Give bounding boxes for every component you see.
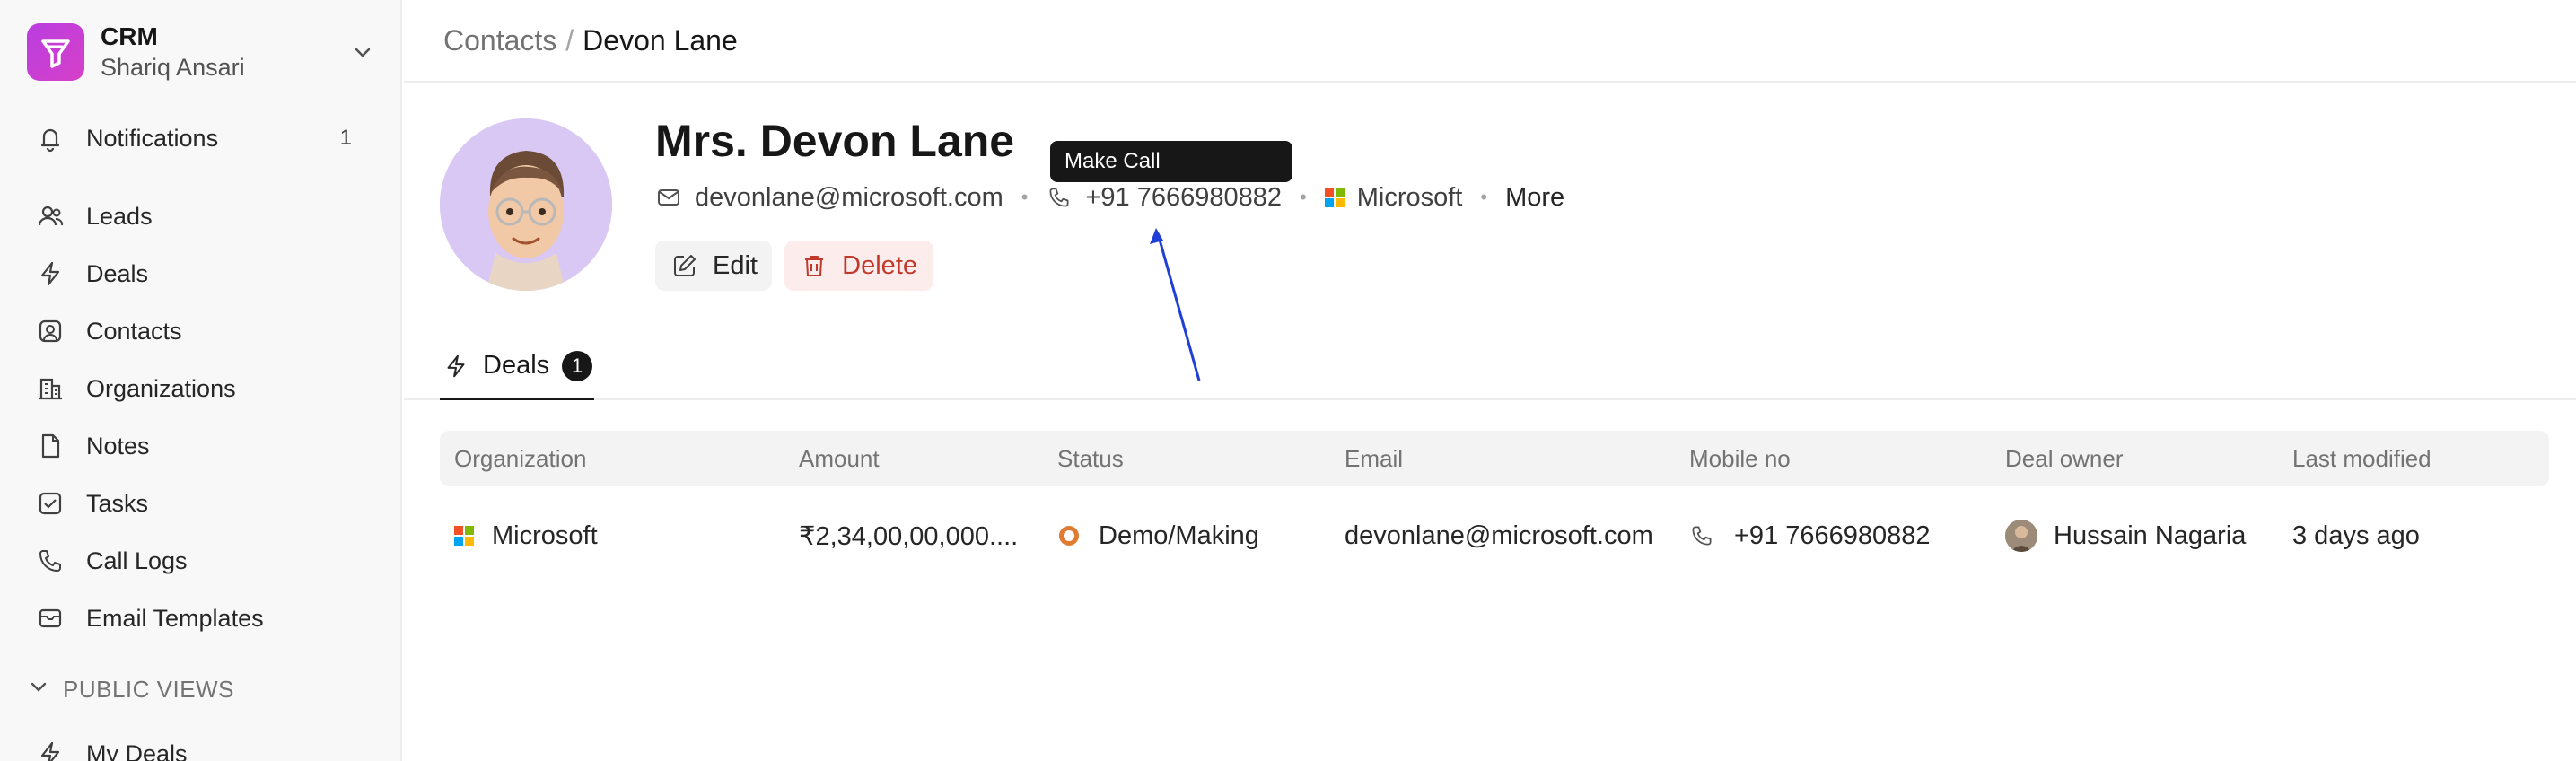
column-header-mobile[interactable]: Mobile no: [1689, 431, 1791, 486]
contact-meta: devonlane@microsoft.com • +91 7666980882…: [655, 178, 1564, 217]
tab-count-badge: 1: [562, 350, 593, 381]
sidebar-item-label: Tasks: [86, 489, 149, 517]
sidebar-item-label: Email Templates: [86, 604, 264, 632]
app-name: CRM: [101, 22, 158, 50]
sidebar-item-email-templates[interactable]: Email Templates: [27, 593, 377, 643]
cell-deal-owner: Hussain Nagaria: [2005, 507, 2246, 564]
lightning-icon: [442, 352, 470, 380]
sidebar-item-deals[interactable]: Deals: [27, 249, 377, 299]
tab-bar: Deals 1: [404, 334, 2576, 400]
contact-organization[interactable]: Microsoft: [1324, 182, 1463, 213]
mail-icon: [34, 602, 66, 634]
cell-email: devonlane@microsoft.com: [1345, 520, 1653, 550]
cell-deal-owner-text: Hussain Nagaria: [2054, 520, 2247, 550]
sidebar-item-contacts[interactable]: Contacts: [27, 306, 377, 356]
sidebar-item-tasks[interactable]: Tasks: [27, 478, 377, 529]
building-icon: [34, 372, 66, 405]
cell-organization-text: Microsoft: [492, 520, 598, 550]
edit-button[interactable]: Edit: [655, 241, 772, 291]
contact-organization-text: Microsoft: [1356, 182, 1463, 212]
breadcrumb: Contacts / Devon Lane: [443, 24, 738, 57]
more-button[interactable]: More: [1505, 183, 1564, 213]
phone-icon: [1689, 523, 1714, 548]
lightning-icon: [34, 258, 66, 290]
sidebar: CRM Shariq Ansari Notifications 1 Leads …: [0, 0, 402, 761]
sidebar-item-my-deals[interactable]: My Deals: [27, 729, 377, 761]
sidebar-item-label: My Deals: [86, 739, 188, 761]
contact-phone[interactable]: +91 7666980882: [1046, 183, 1282, 213]
make-call-tooltip: Make Call: [1050, 141, 1292, 182]
cell-status-text: Demo/Making: [1099, 520, 1259, 550]
separator-dot: •: [1480, 186, 1488, 208]
tab-deals[interactable]: Deals 1: [440, 334, 594, 400]
bell-icon: [34, 122, 66, 154]
contact-icon: [34, 315, 66, 347]
delete-button[interactable]: Delete: [784, 241, 933, 291]
crm-logo-icon: [27, 23, 84, 81]
separator-dot: •: [1021, 186, 1029, 208]
delete-button-label: Delete: [842, 250, 917, 280]
cell-amount: ₹2,34,00,00,000....: [799, 521, 1019, 551]
chevron-down-icon[interactable]: [348, 38, 377, 66]
sidebar-item-organizations[interactable]: Organizations: [27, 363, 377, 414]
sidebar-item-label: Notifications: [86, 124, 219, 152]
avatar[interactable]: [440, 118, 612, 291]
breadcrumb-separator: /: [565, 23, 574, 57]
table-row[interactable]: Microsoft ₹2,34,00,00,000.... Demo/Makin…: [440, 507, 2549, 564]
sidebar-item-label: Contacts: [86, 317, 182, 345]
checkbox-icon: [34, 487, 66, 520]
contact-email-text: devonlane@microsoft.com: [695, 182, 1003, 212]
contact-email[interactable]: devonlane@microsoft.com: [655, 183, 1003, 213]
phone-icon: [1046, 184, 1073, 211]
column-header-deal-owner[interactable]: Deal owner: [2005, 431, 2124, 486]
microsoft-logo-icon: [1324, 188, 1345, 207]
cell-mobile-text: +91 7666980882: [1734, 520, 1931, 550]
public-views-section[interactable]: PUBLIC VIEWS: [27, 671, 234, 707]
notifications-count: 1: [339, 126, 352, 150]
trash-icon: [801, 251, 828, 280]
cell-mobile: +91 7666980882: [1689, 507, 1931, 564]
users-icon: [34, 200, 66, 232]
edit-icon: [671, 251, 698, 280]
sidebar-item-notes[interactable]: Notes: [27, 421, 377, 471]
owner-avatar: [2005, 520, 2037, 552]
contact-name: Mrs. Devon Lane: [655, 116, 1015, 166]
breadcrumb-contacts[interactable]: Contacts: [443, 24, 556, 57]
mail-icon: [655, 184, 682, 211]
cell-organization: Microsoft: [454, 507, 598, 564]
status-indicator-icon: [1059, 526, 1079, 546]
column-header-amount[interactable]: Amount: [799, 431, 880, 486]
chevron-down-icon: [27, 676, 50, 704]
sidebar-item-label: Call Logs: [86, 547, 188, 574]
column-header-status[interactable]: Status: [1057, 431, 1124, 486]
separator-dot: •: [1300, 186, 1307, 208]
column-header-email[interactable]: Email: [1345, 431, 1403, 486]
sidebar-item-label: Organizations: [86, 374, 236, 402]
contact-phone-text: +91 7666980882: [1085, 182, 1283, 212]
cell-status: Demo/Making: [1059, 507, 1259, 564]
lightning-icon: [34, 738, 66, 761]
column-header-organization[interactable]: Organization: [454, 431, 586, 486]
sidebar-item-call-logs[interactable]: Call Logs: [27, 536, 377, 586]
breadcrumb-current: Devon Lane: [583, 23, 738, 57]
workspace-switcher[interactable]: CRM Shariq Ansari: [27, 20, 377, 84]
edit-button-label: Edit: [713, 250, 758, 280]
phone-icon: [34, 545, 66, 577]
microsoft-logo-icon: [454, 526, 474, 546]
sidebar-item-label: Notes: [86, 432, 150, 459]
note-icon: [34, 430, 66, 462]
user-name: Shariq Ansari: [101, 54, 245, 81]
tab-label: Deals: [483, 351, 550, 380]
section-label: PUBLIC VIEWS: [63, 675, 234, 703]
table-header: Organization Amount Status Email Mobile …: [440, 431, 2549, 486]
sidebar-item-label: Deals: [86, 259, 149, 287]
sidebar-item-leads[interactable]: Leads: [27, 191, 377, 241]
sidebar-item-notifications[interactable]: Notifications 1: [27, 113, 377, 163]
cell-last-modified: 3 days ago: [2292, 520, 2420, 550]
column-header-last-modified[interactable]: Last modified: [2292, 431, 2431, 486]
sidebar-item-label: Leads: [86, 202, 153, 230]
top-bar: Contacts / Devon Lane: [404, 0, 2576, 83]
